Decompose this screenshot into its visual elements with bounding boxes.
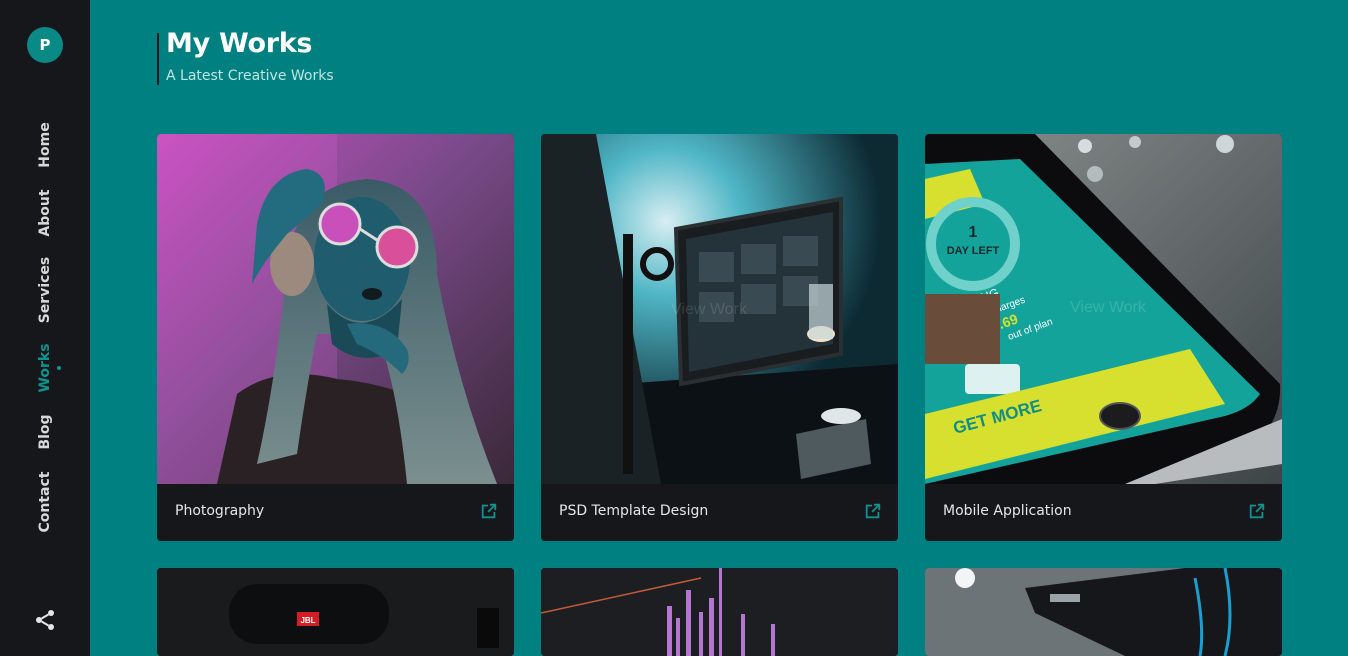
work-card-footer: Mobile Application (925, 484, 1282, 541)
page-subtitle: A Latest Creative Works (166, 68, 334, 84)
nav-item-contact[interactable]: Contact (37, 472, 53, 533)
work-image-camera[interactable] (925, 568, 1282, 656)
external-link-icon[interactable] (480, 502, 498, 520)
work-card-mobile-application[interactable]: 1 DAY LEFT BILLING New charges £8.69 out… (925, 134, 1282, 541)
view-work-overlay: View Work (671, 301, 748, 318)
phone-day-left: DAY LEFT (947, 245, 1000, 257)
logo[interactable]: P (27, 27, 63, 63)
work-title[interactable]: Photography (175, 503, 264, 519)
work-title[interactable]: PSD Template Design (559, 503, 708, 519)
work-card-footer: PSD Template Design (541, 484, 898, 541)
work-card-photography[interactable]: Photography (157, 134, 514, 541)
sidebar: P Home About Services Works Blog Contact (0, 0, 90, 656)
title-accent-bar (157, 33, 159, 85)
work-card-speaker[interactable]: JBL (157, 568, 514, 656)
work-image-speaker[interactable]: JBL (157, 568, 514, 656)
external-link-icon[interactable] (1248, 502, 1266, 520)
work-image-mobile-application[interactable]: 1 DAY LEFT BILLING New charges £8.69 out… (925, 134, 1282, 484)
external-link-icon[interactable] (864, 502, 882, 520)
work-image-psd-template[interactable]: View Work (541, 134, 898, 484)
work-card-camera[interactable] (925, 568, 1282, 656)
share-icon[interactable] (33, 608, 57, 632)
nav-item-about[interactable]: About (37, 189, 53, 236)
work-card-psd-template[interactable]: View Work PSD Template Design (541, 134, 898, 541)
phone-day-number: 1 (969, 224, 978, 241)
work-card-audio[interactable] (541, 568, 898, 656)
nav-item-works[interactable]: Works (37, 343, 53, 392)
work-card-footer: Photography (157, 484, 514, 541)
work-image-audio[interactable] (541, 568, 898, 656)
active-indicator-dot (57, 366, 61, 370)
work-image-photography[interactable] (157, 134, 514, 484)
work-title[interactable]: Mobile Application (943, 503, 1072, 519)
nav-item-blog[interactable]: Blog (37, 414, 53, 449)
nav-item-home[interactable]: Home (37, 122, 53, 167)
nav-item-services[interactable]: Services (37, 257, 53, 324)
view-work-overlay: View Work (1070, 299, 1147, 316)
page-title: My Works (166, 28, 313, 59)
speaker-brand: JBL (300, 616, 315, 625)
